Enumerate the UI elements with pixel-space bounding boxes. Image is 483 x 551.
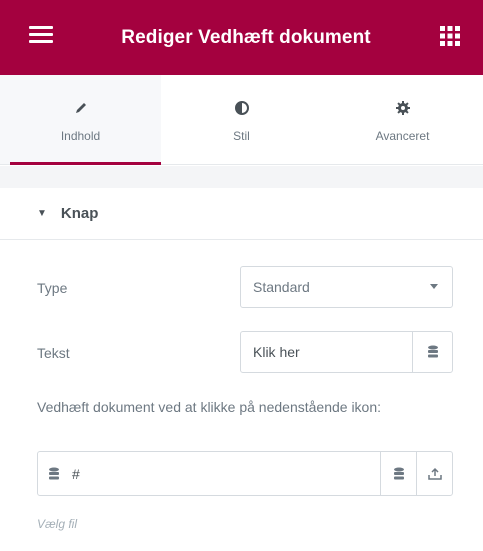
tab-label: Stil bbox=[233, 128, 250, 143]
tab-content[interactable]: Indhold bbox=[0, 75, 161, 165]
database-icon bbox=[393, 467, 404, 479]
type-label: Type bbox=[37, 280, 68, 296]
gear-icon bbox=[395, 97, 411, 119]
caret-down-icon: ▼ bbox=[37, 208, 47, 219]
type-select-value: Standard bbox=[253, 279, 310, 295]
dynamic-tags-button[interactable] bbox=[412, 332, 452, 372]
type-select[interactable]: Standard bbox=[240, 266, 453, 308]
attach-url-field[interactable]: # bbox=[37, 451, 453, 496]
select-file-hint: Vælg fil bbox=[37, 517, 78, 531]
section-title: Knap bbox=[60, 205, 99, 222]
dynamic-tags-button[interactable] bbox=[380, 452, 416, 495]
panel-header: Rediger Vedhæft dokument bbox=[0, 0, 483, 75]
upload-button[interactable] bbox=[416, 452, 452, 495]
panel-spacer bbox=[0, 166, 483, 188]
tab-label: Avanceret bbox=[375, 128, 430, 143]
text-label: Tekst bbox=[37, 345, 70, 361]
database-icon bbox=[427, 345, 438, 358]
upload-icon bbox=[427, 467, 442, 480]
attach-url-value: # bbox=[72, 465, 80, 482]
half-circle-icon bbox=[234, 97, 250, 119]
tab-label: Indhold bbox=[60, 128, 101, 143]
chevron-down-icon bbox=[430, 284, 438, 289]
text-field[interactable]: Klik her bbox=[240, 331, 453, 373]
section-header-button[interactable]: ▼ Knap bbox=[0, 188, 483, 240]
pencil-icon bbox=[73, 97, 89, 119]
attach-label: Vedhæft dokument ved at klikke på nedens… bbox=[37, 399, 382, 415]
tab-style[interactable]: Stil bbox=[161, 75, 322, 164]
panel-tabs: Indhold Stil Avanceret bbox=[0, 75, 483, 165]
grid-icon[interactable] bbox=[439, 25, 461, 47]
hamburger-icon[interactable] bbox=[29, 26, 53, 44]
database-icon[interactable] bbox=[38, 467, 68, 481]
tab-advanced[interactable]: Avanceret bbox=[322, 75, 483, 164]
text-field-value: Klik her bbox=[253, 344, 300, 360]
panel-title: Rediger Vedhæft dokument bbox=[121, 26, 371, 48]
